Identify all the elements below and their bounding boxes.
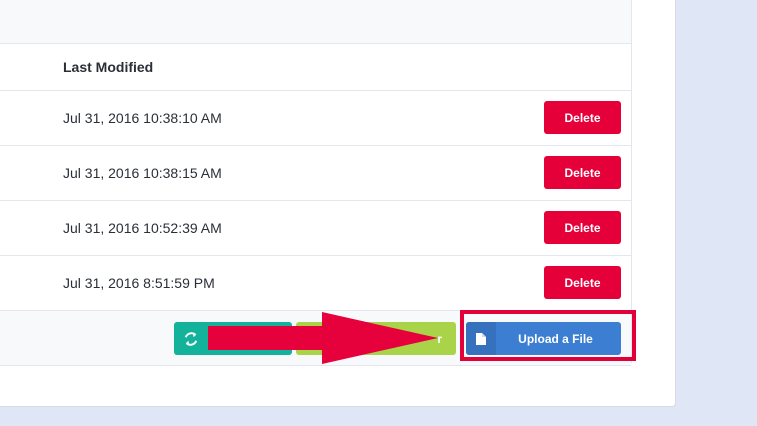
table-header: Last Modified <box>0 44 631 91</box>
highlight-box-annotation <box>460 310 636 361</box>
delete-button[interactable]: Delete <box>544 156 621 189</box>
last-modified-cell: Jul 31, 2016 10:38:10 AM <box>63 110 222 126</box>
delete-button[interactable]: Delete <box>544 211 621 244</box>
pointer-arrow-annotation <box>208 312 438 364</box>
table-row: Jul 31, 2016 8:51:59 PM Delete <box>0 256 631 311</box>
delete-button[interactable]: Delete <box>544 101 621 134</box>
refresh-icon <box>184 331 198 346</box>
delete-button[interactable]: Delete <box>544 266 621 299</box>
table-row: Jul 31, 2016 10:38:15 AM Delete <box>0 146 631 201</box>
last-modified-cell: Jul 31, 2016 8:51:59 PM <box>63 275 215 291</box>
top-toolbar-strip <box>0 0 632 44</box>
last-modified-cell: Jul 31, 2016 10:52:39 AM <box>63 220 222 236</box>
column-header-last-modified: Last Modified <box>63 59 154 75</box>
last-modified-cell: Jul 31, 2016 10:38:15 AM <box>63 165 222 181</box>
table-row: Jul 31, 2016 10:38:10 AM Delete <box>0 91 631 146</box>
table-row: Jul 31, 2016 10:52:39 AM Delete <box>0 201 631 256</box>
